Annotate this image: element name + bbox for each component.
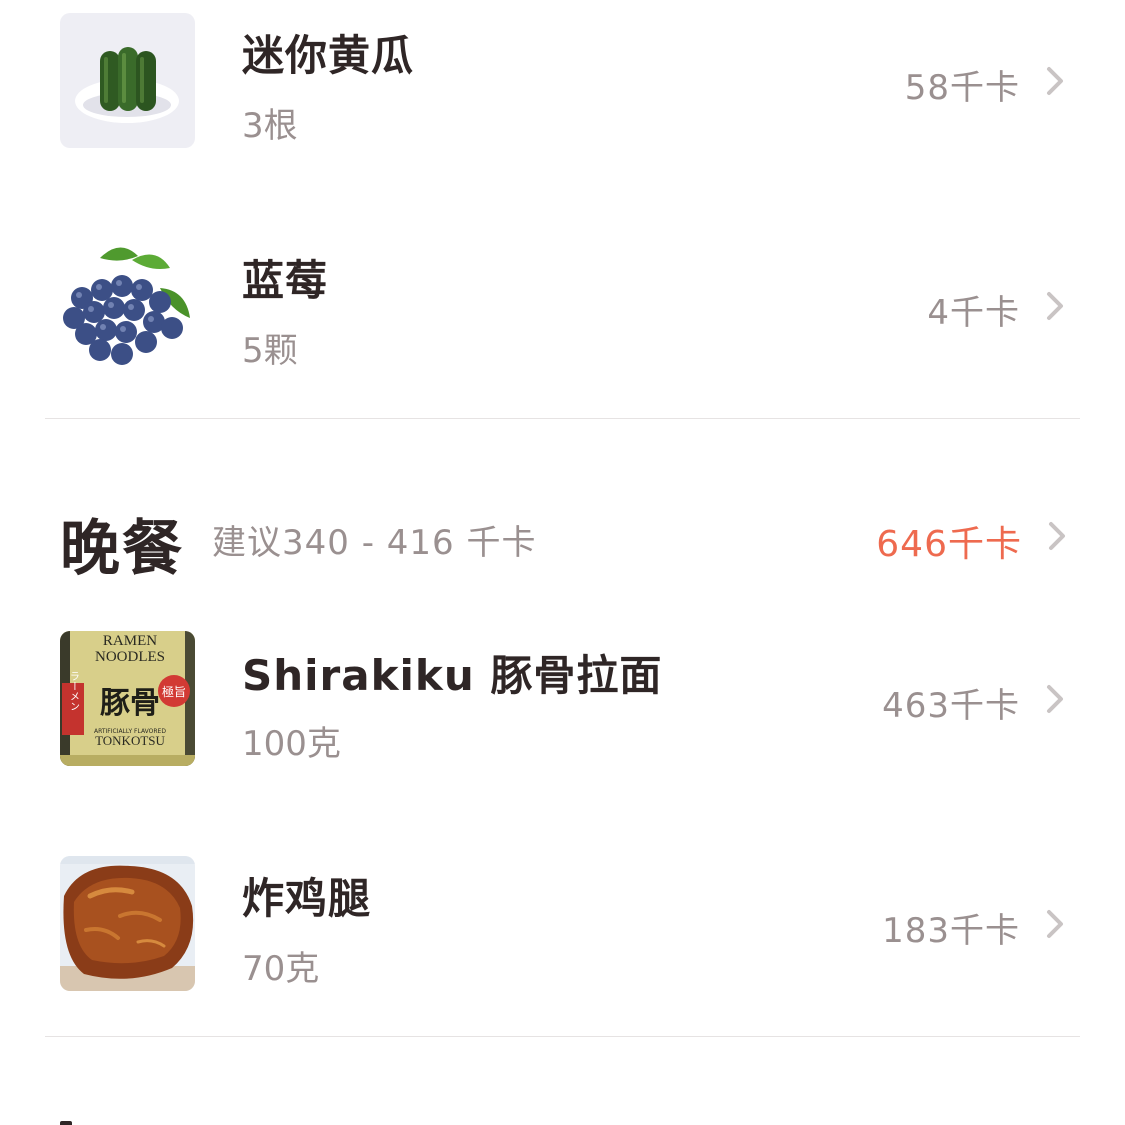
ramen-pkg-flavor: TONKOTSU — [95, 733, 165, 748]
food-name: 迷你黄瓜 — [242, 31, 415, 80]
food-name: 炸鸡腿 — [242, 874, 372, 923]
ramen-package-image: RAMEN NOODLES ラーメン 豚骨 極旨 ARTIFICIALLY FL… — [60, 631, 195, 766]
food-name: 蓝莓 — [242, 256, 329, 305]
food-item-cucumber[interactable]: 迷你黄瓜 3根 58千卡 — [0, 0, 1125, 160]
ramen-pkg-kanji: 豚骨 — [100, 686, 160, 721]
fried-chicken-image — [60, 856, 195, 991]
food-quantity: 5颗 — [242, 331, 298, 371]
ramen-pkg-badge: 極旨 — [162, 684, 186, 699]
food-quantity: 100克 — [242, 724, 341, 764]
food-item-fried-chicken[interactable]: 炸鸡腿 70克 183千卡 — [0, 843, 1125, 1003]
food-calories: 58千卡 — [904, 68, 1020, 108]
meal-suggested-range: 建议340 - 416 千卡 — [212, 523, 537, 563]
food-calories: 183千卡 — [882, 911, 1020, 951]
meal-total-calories: 646千卡 — [876, 524, 1022, 565]
ramen-pkg-side-label: ラーメン — [68, 671, 79, 711]
blueberry-image — [60, 238, 195, 373]
food-quantity: 70克 — [242, 949, 320, 989]
meal-title: 晚餐 — [60, 514, 184, 584]
food-name: Shirakiku 豚骨拉面 — [242, 651, 663, 700]
chevron-right-icon — [1043, 681, 1067, 717]
section-divider — [45, 418, 1080, 419]
chevron-right-icon — [1045, 518, 1069, 554]
food-quantity: 3根 — [242, 106, 298, 146]
food-item-ramen[interactable]: RAMEN NOODLES ラーメン 豚骨 極旨 ARTIFICIALLY FL… — [0, 618, 1125, 778]
chevron-right-icon — [1043, 288, 1067, 324]
food-item-blueberry[interactable]: 蓝莓 5颗 4千卡 — [0, 225, 1125, 385]
chevron-right-icon — [1043, 906, 1067, 942]
food-calories: 463千卡 — [882, 686, 1020, 726]
chevron-right-icon — [1043, 63, 1067, 99]
cucumber-image — [60, 13, 195, 148]
ramen-pkg-line2: NOODLES — [95, 649, 165, 665]
section-divider — [45, 1036, 1080, 1037]
next-meal-header-partial — [60, 1112, 190, 1125]
ramen-pkg-line1: RAMEN — [103, 633, 157, 649]
food-calories: 4千卡 — [927, 293, 1020, 333]
